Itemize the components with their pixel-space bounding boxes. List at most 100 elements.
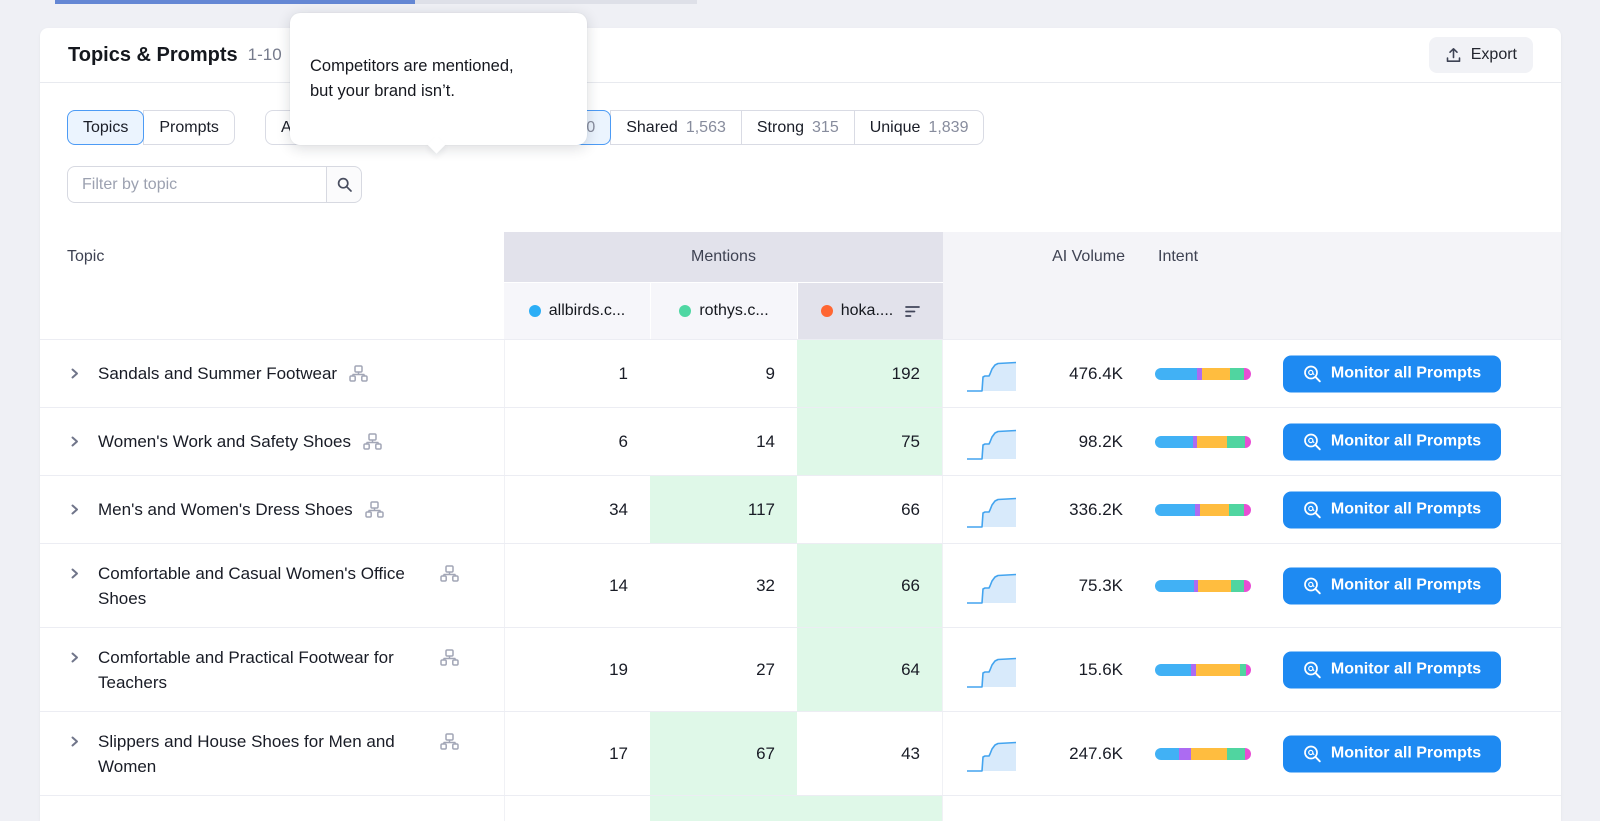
monitor-button-label: Monitor all Prompts	[1331, 433, 1481, 451]
row-details-cell: 98.2K Monitor all Prompts	[943, 408, 1561, 475]
mentions-hoka-cell: 75	[797, 408, 943, 475]
mentions-allbirds-cell: 1	[504, 340, 650, 407]
topic-hierarchy-icon	[363, 433, 382, 450]
column-group-mentions: Mentions	[504, 232, 943, 282]
intent-segment	[1244, 504, 1251, 516]
row-details-cell: 247.6K Monitor all Prompts	[943, 712, 1561, 795]
intent-segment	[1155, 748, 1179, 760]
table-row: Men's and Women's Dress Shoes 34 117 66 …	[40, 475, 1561, 543]
hoka-dot	[821, 305, 833, 317]
ai-volume-value: 98.2K	[1003, 432, 1123, 452]
topic-name[interactable]: Comfortable and Practical Footwear for T…	[98, 645, 428, 695]
filter-strong[interactable]: Strong315	[741, 110, 855, 145]
topic-name[interactable]: Sandals and Summer Footwear	[98, 361, 337, 386]
topic-name[interactable]: Women's Work and Safety Shoes	[98, 429, 351, 454]
search-input[interactable]	[67, 166, 327, 203]
monitor-button-label: Monitor all Prompts	[1331, 745, 1481, 763]
intent-segment	[1155, 504, 1195, 516]
view-toggle: Topics Prompts	[67, 110, 235, 145]
topic-name[interactable]: Slippers and House Shoes for Men and Wom…	[98, 729, 428, 779]
intent-segment	[1155, 580, 1194, 592]
mentions-hoka-cell: 64	[797, 628, 943, 711]
topic-inner: Men's and Women's Dress Shoes	[68, 497, 384, 522]
expand-chevron-icon[interactable]	[68, 651, 81, 664]
intent-segment	[1227, 436, 1245, 448]
topic-cell: Sandals and Summer Footwear	[40, 340, 504, 407]
intent-segment	[1227, 748, 1245, 760]
search-button[interactable]	[327, 166, 362, 203]
expand-chevron-icon[interactable]	[68, 503, 81, 516]
export-button[interactable]: Export	[1429, 37, 1533, 73]
topic-cell: Comfortable and Casual Women's Office Sh…	[40, 544, 504, 627]
monitor-all-prompts-button[interactable]: Monitor all Prompts	[1283, 491, 1501, 528]
export-icon	[1445, 47, 1462, 64]
column-header-topic: Topic	[67, 248, 104, 266]
intent-segment	[1245, 748, 1251, 760]
column-header-allbirds[interactable]: allbirds.c...	[504, 283, 650, 339]
mentions-allbirds-cell: 14	[504, 544, 650, 627]
topics-prompts-card: Topics & Prompts 1-10 Export Topics Prom…	[40, 28, 1561, 821]
column-header-hoka[interactable]: hoka....	[797, 283, 943, 339]
prompt-monitor-icon	[1303, 576, 1322, 595]
monitor-all-prompts-button[interactable]: Monitor all Prompts	[1283, 567, 1501, 604]
column-header-intent: Intent	[1158, 248, 1198, 266]
topic-hierarchy-icon	[365, 501, 384, 518]
monitor-all-prompts-button[interactable]: Monitor all Prompts	[1283, 651, 1501, 688]
intent-distribution-bar	[1155, 436, 1251, 448]
prompt-monitor-icon	[1303, 500, 1322, 519]
mentions-allbirds-cell	[504, 796, 650, 821]
intent-segment	[1155, 664, 1191, 676]
intent-segment	[1197, 436, 1227, 448]
ai-volume-value: 75.3K	[1003, 576, 1123, 596]
filter-shared[interactable]: Shared1,563	[610, 110, 742, 145]
expand-chevron-icon[interactable]	[68, 435, 81, 448]
mentions-hoka-cell: 66	[797, 544, 943, 627]
top-clipped-bar-gray	[415, 0, 697, 4]
topic-hierarchy-icon	[349, 365, 368, 382]
intent-distribution-bar	[1155, 368, 1251, 380]
missing-filter-tooltip: Competitors are mentioned, but your bran…	[290, 13, 587, 145]
topic-cell	[40, 796, 504, 821]
mentions-allbirds-cell: 34	[504, 476, 650, 543]
tab-topics[interactable]: Topics	[67, 110, 144, 145]
prompt-monitor-icon	[1303, 660, 1322, 679]
row-details-cell: 15.6K Monitor all Prompts	[943, 628, 1561, 711]
intent-segment	[1200, 504, 1229, 516]
table-body: Sandals and Summer Footwear 1 9 192 476.…	[40, 339, 1561, 821]
topic-hierarchy-icon	[440, 649, 459, 666]
page-title: Topics & Prompts	[68, 44, 238, 67]
mentions-rothys-cell: 14	[650, 408, 797, 475]
mentions-rothys-cell: 117	[650, 476, 797, 543]
ai-volume-value: 476.4K	[1003, 364, 1123, 384]
monitor-all-prompts-button[interactable]: Monitor all Prompts	[1283, 355, 1501, 392]
column-header-rothys[interactable]: rothys.c...	[650, 283, 797, 339]
tab-prompts[interactable]: Prompts	[143, 110, 235, 145]
filter-strong-count: 315	[812, 119, 839, 137]
topic-hierarchy-icon	[440, 565, 459, 582]
monitor-all-prompts-button[interactable]: Monitor all Prompts	[1283, 735, 1501, 772]
filter-unique[interactable]: Unique1,839	[854, 110, 985, 145]
table-row	[40, 795, 1561, 821]
topic-name[interactable]: Men's and Women's Dress Shoes	[98, 497, 353, 522]
ai-volume-value: 336.2K	[1003, 500, 1123, 520]
filter-shared-count: 1,563	[686, 119, 726, 137]
intent-segment	[1179, 748, 1191, 760]
card-header: Topics & Prompts 1-10 Export	[40, 28, 1561, 83]
row-details-cell: 476.4K Monitor all Prompts	[943, 340, 1561, 407]
topic-name[interactable]: Comfortable and Casual Women's Office Sh…	[98, 561, 428, 611]
intent-segment	[1196, 664, 1240, 676]
mentions-allbirds-cell: 6	[504, 408, 650, 475]
table-row: Slippers and House Shoes for Men and Wom…	[40, 711, 1561, 795]
topic-inner: Women's Work and Safety Shoes	[68, 429, 382, 454]
monitor-all-prompts-button[interactable]: Monitor all Prompts	[1283, 423, 1501, 460]
topic-inner: Comfortable and Practical Footwear for T…	[68, 645, 459, 695]
sort-descending-icon[interactable]	[905, 305, 920, 318]
filter-unique-count: 1,839	[928, 119, 968, 137]
expand-chevron-icon[interactable]	[68, 367, 81, 380]
search-icon	[336, 176, 353, 193]
expand-chevron-icon[interactable]	[68, 735, 81, 748]
expand-chevron-icon[interactable]	[68, 567, 81, 580]
table-row: Women's Work and Safety Shoes 6 14 75 98…	[40, 407, 1561, 475]
intent-distribution-bar	[1155, 664, 1251, 676]
intent-distribution-bar	[1155, 504, 1251, 516]
